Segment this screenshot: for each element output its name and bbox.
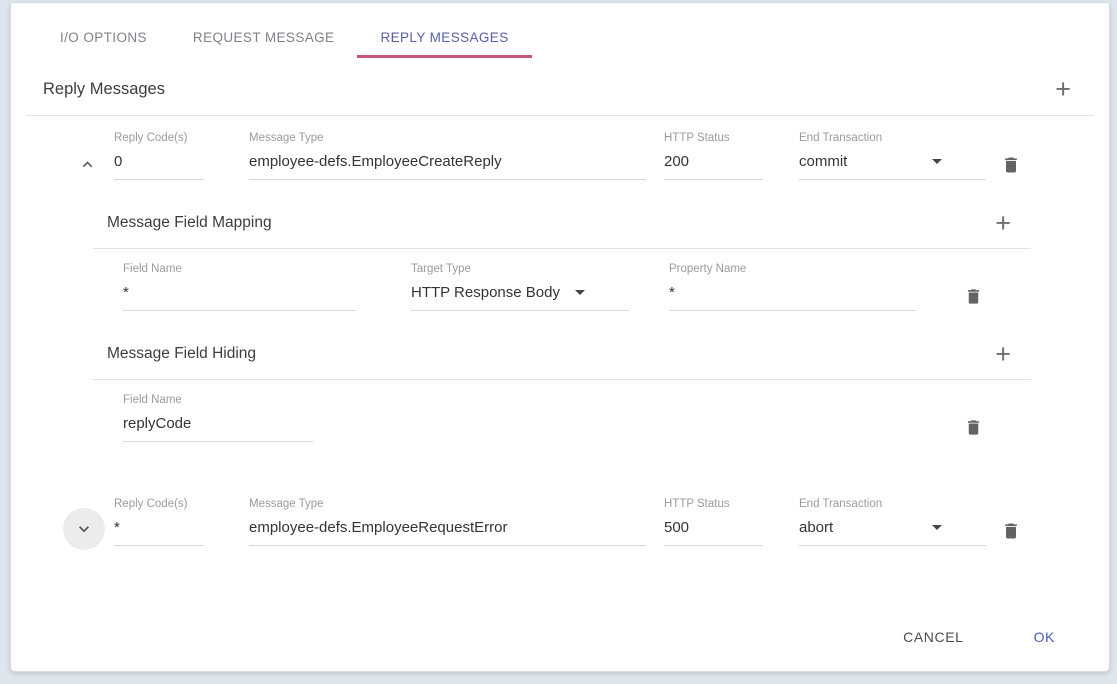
end-transaction-select[interactable]: commit [799,152,986,171]
section-title: Message Field Hiding [107,345,256,363]
reply-codes-field: Reply Code(s) * [114,498,204,546]
tab-bar: I/O OPTIONS REQUEST MESSAGE REPLY MESSAG… [11,3,1109,58]
trash-icon [964,287,983,306]
delete-reply-2-button[interactable] [1001,520,1021,542]
dialog-actions: CANCEL OK [899,623,1059,651]
delete-mapping-button[interactable] [964,285,983,307]
reply-codes-input[interactable]: * [114,518,204,537]
target-type-select[interactable]: HTTP Response Body [411,283,629,302]
http-status-input[interactable]: 200 [664,152,763,171]
delete-reply-1-button[interactable] [1001,154,1021,176]
field-label: Field Name [123,394,313,406]
property-name-input[interactable]: * [669,283,916,302]
page-header: Reply Messages + [43,75,1075,103]
cancel-button[interactable]: CANCEL [899,623,967,651]
chevron-down-icon [74,519,94,539]
tab-io-options[interactable]: I/O OPTIONS [37,17,170,58]
hiding-row-1: Field Name replyCode [93,380,1031,442]
plus-icon: + [995,339,1011,369]
field-name-field: Field Name * [123,263,356,311]
message-field-hiding-section: Message Field Hiding + Field Name replyC… [93,311,1031,442]
chevron-up-icon [78,155,97,174]
field-label: Property Name [669,263,916,275]
collapse-reply-1-button[interactable] [69,146,105,182]
field-label: Field Name [123,263,356,275]
add-mapping-button[interactable]: + [991,213,1015,233]
message-type-input[interactable]: employee-defs.EmployeeCreateReply [249,152,646,171]
end-transaction-field: End Transaction abort [799,498,986,546]
delete-hiding-button[interactable] [964,416,983,438]
end-transaction-select[interactable]: abort [799,518,986,537]
target-type-field: Target Type HTTP Response Body [411,263,629,311]
reply-row-1: Reply Code(s) 0 Message Type employee-de… [11,116,1109,180]
field-label: HTTP Status [664,498,763,510]
field-label: HTTP Status [664,132,763,144]
expand-reply-2-button[interactable] [63,508,105,550]
message-type-input[interactable]: employee-defs.EmployeeRequestError [249,518,646,537]
message-type-field: Message Type employee-defs.EmployeeCreat… [249,132,646,180]
http-status-input[interactable]: 500 [664,518,763,537]
section-header: Message Field Hiding + [93,311,1031,379]
reply-row-2: Reply Code(s) * Message Type employee-de… [11,482,1109,546]
field-name-field: Field Name replyCode [123,394,313,442]
dropdown-arrow-icon [575,290,585,295]
dropdown-arrow-icon [932,159,942,164]
http-status-field: HTTP Status 200 [664,132,763,180]
reply-messages-dialog: I/O OPTIONS REQUEST MESSAGE REPLY MESSAG… [10,2,1110,672]
plus-icon: + [1055,74,1071,104]
field-name-input[interactable]: * [123,283,356,302]
property-name-field: Property Name * [669,263,916,311]
field-label: Reply Code(s) [114,498,204,510]
trash-icon [964,418,983,437]
reply-codes-input[interactable]: 0 [114,152,204,171]
field-label: Message Type [249,132,646,144]
field-name-input[interactable]: replyCode [123,414,313,433]
mapping-row-1: Field Name * Target Type HTTP Response B… [93,249,1031,311]
reply-codes-field: Reply Code(s) 0 [114,132,204,180]
field-label: End Transaction [799,132,986,144]
tab-request-message[interactable]: REQUEST MESSAGE [170,17,358,58]
end-transaction-field: End Transaction commit [799,132,986,180]
http-status-field: HTTP Status 500 [664,498,763,546]
trash-icon [1001,155,1021,175]
message-type-field: Message Type employee-defs.EmployeeReque… [249,498,646,546]
trash-icon [1001,521,1021,541]
field-label: Reply Code(s) [114,132,204,144]
dropdown-arrow-icon [932,525,942,530]
plus-icon: + [995,208,1011,238]
field-label: Target Type [411,263,629,275]
field-label: End Transaction [799,498,986,510]
section-header: Message Field Mapping + [93,180,1031,248]
add-hiding-button[interactable]: + [991,344,1015,364]
tab-reply-messages[interactable]: REPLY MESSAGES [357,17,531,58]
field-label: Message Type [249,498,646,510]
add-reply-button[interactable]: + [1051,79,1075,99]
section-title: Message Field Mapping [107,214,272,232]
ok-button[interactable]: OK [1030,623,1059,651]
message-field-mapping-section: Message Field Mapping + Field Name * Tar… [93,180,1031,311]
page-title: Reply Messages [43,80,165,99]
